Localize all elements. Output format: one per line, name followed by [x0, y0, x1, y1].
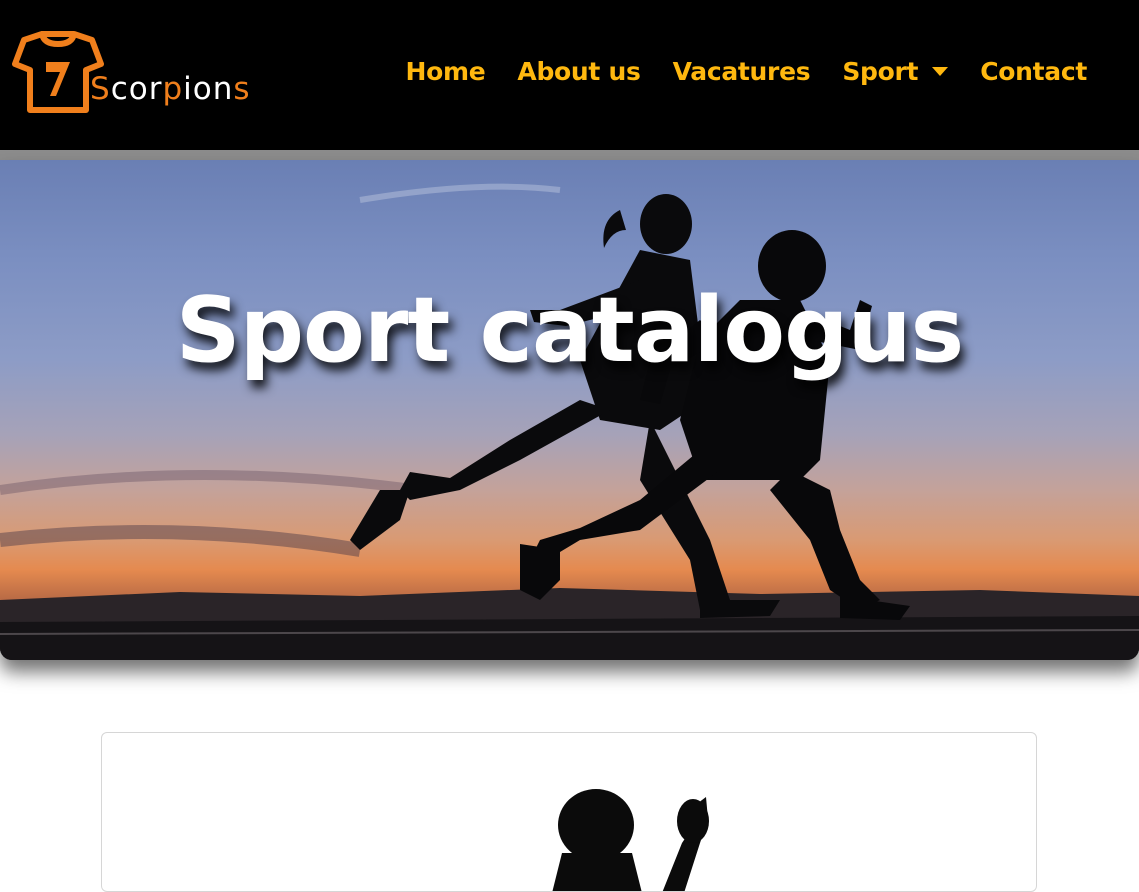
nav-item-sport: Sport — [842, 57, 949, 86]
nav-link-contact[interactable]: Contact — [980, 57, 1087, 86]
nav-item-home: Home — [406, 57, 486, 86]
site-header: Scorpions Home About us Vacatures Sport … — [0, 0, 1139, 150]
nav-dropdown-sport[interactable]: Sport — [842, 57, 949, 86]
nav-item-contact: Contact — [980, 57, 1087, 86]
caret-down-icon — [932, 67, 949, 76]
main-nav: Home About us Vacatures Sport Contact — [406, 57, 1088, 86]
hero-banner: Sport catalogus — [0, 160, 1139, 660]
nav-link-about-us[interactable]: About us — [517, 57, 640, 86]
athlete-silhouette-image — [552, 789, 709, 891]
nav-link-vacatures[interactable]: Vacatures — [673, 57, 811, 86]
nav-link-home[interactable]: Home — [406, 57, 486, 86]
sport-card[interactable] — [101, 732, 1037, 892]
nav-item-about: About us — [517, 57, 640, 86]
runners-silhouette-image — [0, 183, 1139, 660]
logo-text: Scorpions — [90, 71, 251, 107]
hero-title: Sport catalogus — [175, 278, 964, 383]
nav-link-sport-label: Sport — [842, 57, 919, 86]
header-divider — [0, 150, 1139, 160]
nav-item-vacatures: Vacatures — [673, 57, 811, 86]
brand-logo[interactable]: Scorpions — [12, 30, 272, 120]
